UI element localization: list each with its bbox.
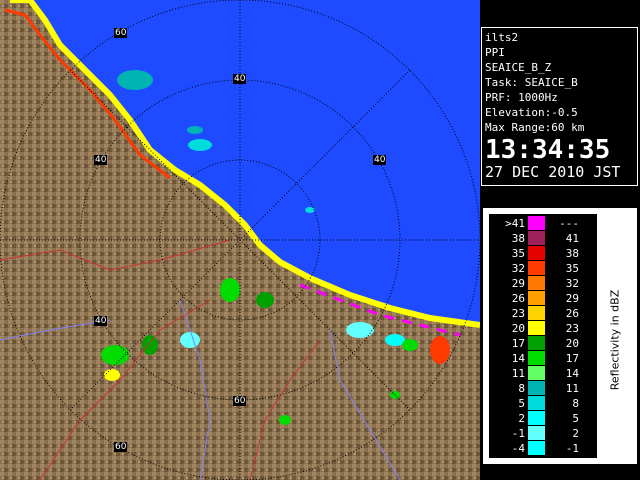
legend-row: 58	[489, 396, 597, 411]
legend-upper-value: 14	[565, 367, 579, 380]
ring-label: 60	[114, 28, 128, 38]
elevation-value: Elevation:-0.5	[485, 106, 578, 119]
legend-swatch	[528, 306, 545, 320]
legend-row: 17 20	[489, 336, 597, 351]
legend-upper-value: 23	[565, 322, 579, 335]
legend-swatch	[528, 336, 545, 350]
radar-ppi-display	[0, 0, 480, 480]
scan-type: PPI	[485, 46, 505, 59]
legend-row: 26 29	[489, 291, 597, 306]
legend-swatch	[528, 411, 545, 425]
legend-row: 23 26	[489, 306, 597, 321]
color-legend: >41 --- 38 41 35 38 32 35 29 32 26 29 23 26 20 23 17 20 14…	[483, 208, 637, 464]
task-name: Task: SEAICE_B	[485, 76, 578, 89]
legend-swatch	[528, 261, 545, 275]
legend-swatch	[528, 426, 545, 440]
legend-upper-value: 2	[572, 427, 579, 440]
legend-upper-value: 35	[565, 262, 579, 275]
legend-lower-value: 14	[511, 352, 525, 365]
legend-swatch	[528, 246, 545, 260]
legend-lower-value: 2	[518, 412, 525, 425]
legend-lower-value: 32	[511, 262, 525, 275]
legend-row: >41 ---	[489, 216, 597, 231]
legend-swatch	[528, 321, 545, 335]
legend-row: 14 17	[489, 351, 597, 366]
legend-upper-value: 8	[572, 397, 579, 410]
legend-lower-value: 5	[518, 397, 525, 410]
legend-swatch	[528, 216, 545, 230]
ring-label: 60	[114, 442, 128, 452]
legend-row: 11 14	[489, 366, 597, 381]
legend-row: 32 35	[489, 261, 597, 276]
scan-date: 27 DEC 2010 JST	[485, 163, 621, 181]
legend-row: 29 32	[489, 276, 597, 291]
legend-lower-value: 35	[511, 247, 525, 260]
legend-row: -1 2	[489, 426, 597, 441]
ring-label: 40	[94, 155, 108, 165]
legend-upper-value: -1	[565, 442, 579, 455]
max-range-value: Max Range:60 km	[485, 121, 585, 134]
legend-swatch	[528, 441, 545, 455]
legend-row: -4 -1	[489, 441, 597, 456]
legend-upper-value: 11	[565, 382, 579, 395]
legend-upper-value: 38	[565, 247, 579, 260]
legend-lower-value: 8	[518, 382, 525, 395]
legend-upper-value: ---	[559, 217, 579, 230]
legend-upper-value: 41	[565, 232, 579, 245]
legend-swatch	[528, 231, 545, 245]
legend-scale: >41 --- 38 41 35 38 32 35 29 32 26 29 23 26 20 23 17 20 14…	[489, 214, 597, 458]
ring-label: 40	[373, 155, 387, 165]
legend-lower-value: 11	[511, 367, 525, 380]
legend-lower-value: 23	[511, 307, 525, 320]
prf-value: PRF: 1000Hz	[485, 91, 558, 104]
legend-swatch	[528, 396, 545, 410]
scan-time: 13:34:35	[485, 135, 611, 165]
legend-swatch	[528, 381, 545, 395]
legend-lower-value: -1	[511, 427, 525, 440]
product-name: SEAICE_B_Z	[485, 61, 552, 74]
site-name: ilts2	[485, 31, 519, 44]
legend-swatch	[528, 276, 545, 290]
ring-label: 40	[233, 74, 247, 84]
legend-lower-value: 26	[511, 292, 525, 305]
legend-lower-value: 20	[511, 322, 525, 335]
legend-row: 38 41	[489, 231, 597, 246]
legend-upper-value: 26	[565, 307, 579, 320]
ring-label: 60	[233, 396, 247, 406]
legend-lower-value: 38	[511, 232, 525, 245]
legend-upper-value: 32	[565, 277, 579, 290]
legend-unit-label: Reflectivity in dBZ	[608, 289, 622, 391]
legend-lower-value: >41	[505, 217, 525, 230]
legend-lower-value: 17	[511, 337, 525, 350]
legend-lower-value: -4	[511, 442, 525, 455]
legend-row: 20 23	[489, 321, 597, 336]
legend-unit: Reflectivity in dBZ	[605, 270, 625, 410]
legend-upper-value: 20	[565, 337, 579, 350]
ring-label: 40	[94, 316, 108, 326]
legend-swatch	[528, 366, 545, 380]
legend-row: 25	[489, 411, 597, 426]
legend-upper-value: 17	[565, 352, 579, 365]
legend-row: 35 38	[489, 246, 597, 261]
legend-upper-value: 29	[565, 292, 579, 305]
legend-upper-value: 5	[572, 412, 579, 425]
radar-info-panel: ilts2 PPI SEAICE_B_Z Task: SEAICE_B PRF:…	[481, 27, 638, 186]
legend-swatch	[528, 291, 545, 305]
legend-row: 8 11	[489, 381, 597, 396]
legend-swatch	[528, 351, 545, 365]
legend-lower-value: 29	[511, 277, 525, 290]
